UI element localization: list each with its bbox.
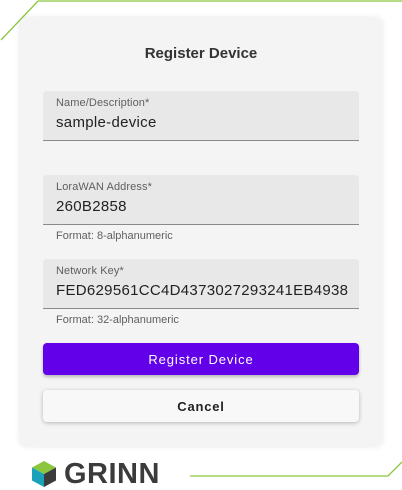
name-field-label: Name/Description* (56, 97, 150, 109)
register-device-button[interactable]: Register Device (43, 343, 359, 375)
name-field[interactable]: Name/Description* sample-device (43, 91, 359, 141)
address-field[interactable]: LoraWAN Address* 260B2858 (43, 175, 359, 225)
address-field-label: LoraWAN Address* (56, 181, 152, 193)
network-key-helper-text: Format: 32-alphanumeric (56, 314, 179, 326)
grinn-logo-icon (32, 461, 56, 487)
brand-logo: GRINN (32, 459, 160, 489)
network-key-field[interactable]: Network Key* FED629561CC4D4373027293241E… (43, 259, 359, 309)
address-helper-text: Format: 8-alphanumeric (56, 230, 173, 242)
network-key-field-label: Network Key* (56, 265, 124, 277)
register-device-dialog: Register Device Name/Description* sample… (19, 17, 383, 447)
brand-name: GRINN (64, 458, 160, 490)
address-field-value[interactable]: 260B2858 (56, 198, 127, 215)
dialog-title: Register Device (144, 45, 258, 62)
device-registration-screen: Register Device Name/Description* sample… (0, 0, 402, 490)
name-field-value[interactable]: sample-device (56, 114, 157, 131)
cancel-button[interactable]: Cancel (43, 390, 359, 422)
network-key-field-value[interactable]: FED629561CC4D4373027293241EB4938 (56, 282, 348, 299)
